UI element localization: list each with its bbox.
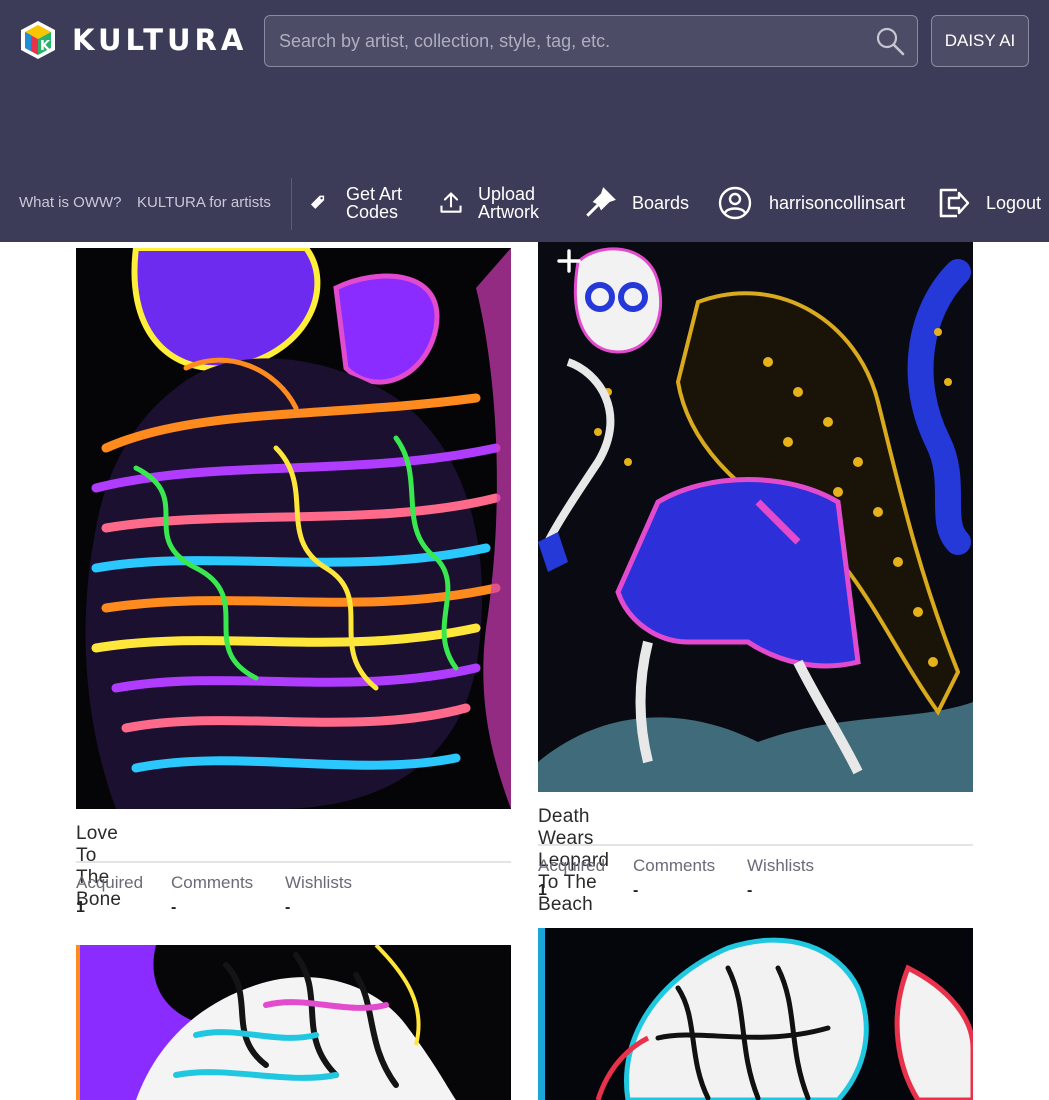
nav-upload-artwork-line2: Artwork [478,202,540,222]
stat-acquired: Acquired 1 [538,856,605,900]
stat-acquired-value: 1 [538,882,547,899]
nav-boards[interactable]: Boards [582,176,689,230]
plus-icon[interactable] [556,248,582,274]
stat-comments: Comments - [633,856,715,900]
nav-upload-artwork-line1: Upload [478,184,536,204]
search-icon[interactable] [875,26,905,56]
artwork-image-love-to-the-bone[interactable] [76,248,511,809]
stat-comments-label: Comments [633,856,716,875]
stat-wishlists-label: Wishlists [285,873,353,892]
stat-acquired-label: Acquired [76,873,144,892]
svg-text:K: K [40,39,51,54]
artwork-image-partial[interactable] [538,928,973,1100]
stat-comments: Comments - [171,873,253,917]
pin-icon [586,187,616,217]
user-circle-icon [718,186,752,220]
stat-comments-value: - [171,899,177,916]
nav-get-art-codes[interactable]: Get Art Codes [308,176,402,230]
main-nav: What is OWW? KULTURA for artists Get Art… [0,176,1049,230]
kultura-cube-icon: K [21,21,55,59]
nav-divider [291,178,292,230]
stat-acquired-label: Acquired [538,856,606,875]
card-divider [538,844,973,846]
nav-get-art-codes-line2: Codes [346,202,399,222]
tag-icon [310,195,325,209]
stat-comments-label: Comments [171,873,254,892]
nav-logout[interactable]: Logout [937,176,1041,230]
artwork-image-partial[interactable] [76,945,511,1100]
stat-wishlists-value: - [285,899,291,916]
stat-acquired: Acquired 1 [76,873,143,917]
nav-upload-artwork[interactable]: Upload Artwork [438,176,539,230]
search-input[interactable]: Search by artist, collection, style, tag… [279,31,875,52]
brand-logo[interactable]: K KULTURA [18,20,247,60]
nav-username: harrisoncollinsart [769,192,906,213]
stat-wishlists: Wishlists - [285,873,352,917]
nav-user-profile[interactable]: harrisoncollinsart [718,176,905,230]
nav-get-art-codes-line1: Get Art [346,184,403,204]
stat-wishlists-value: - [747,882,753,899]
daisy-ai-button[interactable]: DAISY AI [931,15,1029,67]
stat-comments-value: - [633,882,639,899]
stat-acquired-value: 1 [76,899,85,916]
nav-logout-label: Logout [986,192,1042,213]
nav-what-is-oww[interactable]: What is OWW? [19,194,122,211]
nav-boards-label: Boards [632,192,690,213]
search-box[interactable]: Search by artist, collection, style, tag… [264,15,918,67]
brand-name: KULTURA [72,23,248,57]
stat-wishlists-label: Wishlists [747,856,815,875]
stat-wishlists: Wishlists - [747,856,814,900]
artwork-image-death-wears-leopard[interactable] [538,242,973,792]
card-divider [76,861,511,863]
upload-icon [440,192,462,213]
logout-icon [939,188,970,218]
top-header: K KULTURA Search by artist, collection, … [0,0,1049,242]
nav-kultura-for-artists[interactable]: KULTURA for artists [137,194,271,211]
